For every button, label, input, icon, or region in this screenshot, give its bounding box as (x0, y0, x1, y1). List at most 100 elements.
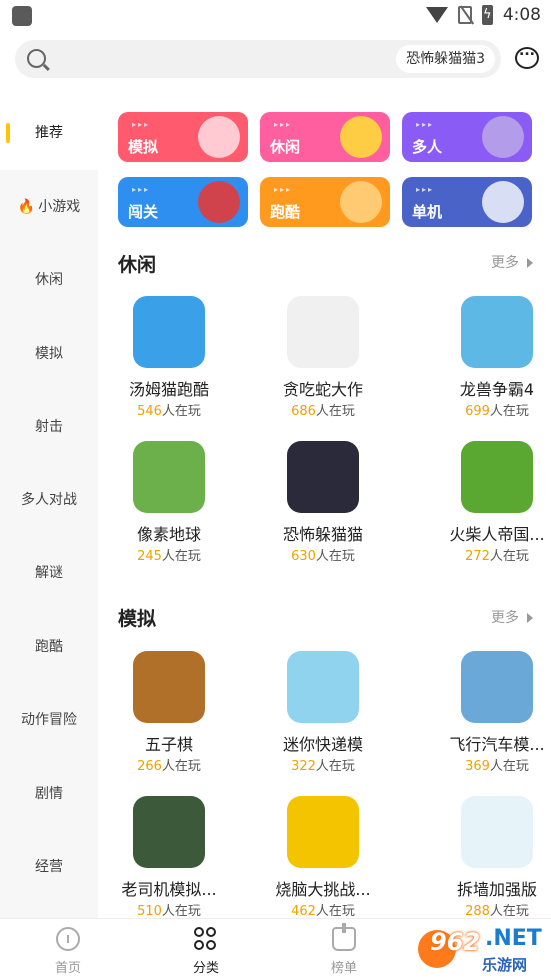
game-name: 贪吃蛇大作 (282, 380, 363, 399)
boxing-glove-icon (198, 181, 240, 223)
category-label: 多人 (412, 138, 443, 156)
game-name: 拆墙加强版 (456, 880, 537, 899)
sidebar-item-casual[interactable]: 休闲 (0, 262, 98, 298)
wifi-icon (425, 7, 448, 23)
search-bar[interactable]: 恐怖躲猫猫3 (15, 40, 501, 78)
chevron-right-icon (527, 613, 533, 623)
clock: 4:08 (502, 5, 541, 25)
game-icon[interactable] (133, 651, 205, 723)
status-bar: 4:08 (0, 0, 551, 32)
search-hint[interactable]: 恐怖躲猫猫3 (396, 45, 495, 73)
game-icon[interactable] (461, 296, 533, 368)
game-card[interactable]: 像素地球 245人在玩 (98, 441, 238, 581)
sidebar-item-action-adventure[interactable]: 动作冒险 (0, 702, 98, 738)
watermark-logo: 962 .NET 乐游网 (410, 918, 551, 979)
message-icon[interactable] (515, 43, 539, 69)
duck-icon (340, 116, 382, 158)
sidebar-item-label: 动作冒险 (21, 712, 77, 728)
player-count: 322人在玩 (291, 759, 355, 774)
game-name: 老司机模拟... (121, 880, 217, 899)
game-card[interactable]: 迷你快递模 322人在玩 (252, 651, 392, 791)
sidebar-item-mini-games[interactable]: 🔥 小游戏 (0, 189, 98, 225)
game-icon[interactable] (461, 651, 533, 723)
sidebar-item-label: 小游戏 (38, 199, 81, 215)
sidebar-item-label: 模拟 (35, 346, 63, 362)
gamepad-icon (482, 181, 524, 223)
sidebar-item-label: 多人对战 (21, 492, 77, 508)
sidebar-item-parkour[interactable]: 跑酷 (0, 629, 98, 665)
game-icon[interactable] (287, 441, 359, 513)
more-link-casual[interactable]: 更多 (491, 252, 533, 272)
ranking-icon (332, 923, 356, 951)
nav-home[interactable]: 首页 (28, 927, 108, 976)
game-card[interactable]: 老司机模拟... 510人在玩 (98, 796, 238, 936)
category-tile-levels[interactable]: ▸▸▸ 闯关 (118, 177, 248, 227)
active-indicator (6, 123, 10, 143)
category-label: 跑酷 (270, 203, 301, 221)
game-card[interactable]: 龙兽争霸4 699人在玩 (426, 296, 551, 436)
game-card[interactable]: 火柴人帝国... 272人在玩 (426, 441, 551, 581)
player-count: 245人在玩 (137, 549, 201, 564)
game-card[interactable]: 五子棋 266人在玩 (98, 651, 238, 791)
sidebar-item-shooting[interactable]: 射击 (0, 409, 98, 445)
app-notification-icon (12, 6, 32, 26)
sidebar-item-recommend[interactable]: 推荐 (0, 96, 98, 170)
sidebar-item-multiplayer[interactable]: 多人对战 (0, 482, 98, 518)
game-icon[interactable] (287, 296, 359, 368)
category-sidebar: 推荐 🔥 小游戏 休闲 模拟 射击 多人对战 解谜 跑酷 动作冒险 剧情 经营 (0, 96, 98, 918)
game-card[interactable]: 恐怖躲猫猫 630人在玩 (252, 441, 392, 581)
skater-icon (340, 181, 382, 223)
game-card[interactable]: 拆墙加强版 288人在玩 (426, 796, 551, 936)
more-link-simulation[interactable]: 更多 (491, 607, 533, 627)
player-count: 686人在玩 (291, 404, 355, 419)
category-label: 闯关 (128, 203, 159, 221)
category-icon (194, 927, 218, 951)
category-tile-casual[interactable]: ▸▸▸ 休闲 (260, 112, 390, 162)
category-tile-simulation[interactable]: ▸▸▸ 模拟 (118, 112, 248, 162)
game-name: 汤姆猫跑酷 (128, 380, 209, 399)
game-name: 迷你快递模 (282, 735, 363, 754)
sidebar-item-label: 解谜 (35, 565, 63, 581)
sidebar-item-puzzle[interactable]: 解谜 (0, 555, 98, 591)
nav-ranking[interactable]: 榜单 (304, 923, 384, 976)
game-icon[interactable] (287, 796, 359, 868)
category-tile-multiplayer[interactable]: ▸▸▸ 多人 (402, 112, 532, 162)
game-icon[interactable] (133, 796, 205, 868)
game-icon[interactable] (461, 441, 533, 513)
category-tile-single-player[interactable]: ▸▸▸ 单机 (402, 177, 532, 227)
player-count: 272人在玩 (465, 549, 529, 564)
game-name: 五子棋 (144, 735, 193, 754)
category-label: 单机 (412, 203, 443, 221)
player-count: 288人在玩 (465, 904, 529, 919)
category-tile-parkour[interactable]: ▸▸▸ 跑酷 (260, 177, 390, 227)
main-content: ▸▸▸ 模拟 ▸▸▸ 休闲 ▸▸▸ 多人 ▸▸▸ 闯关 ▸▸▸ 跑酷 ▸▸▸ 单… (98, 96, 551, 919)
game-card[interactable]: 烧脑大挑战... 462人在玩 (252, 796, 392, 936)
chevron-right-icon (527, 258, 533, 268)
game-name: 火柴人帝国... (449, 525, 545, 544)
game-card[interactable]: 飞行汽车模... 369人在玩 (426, 651, 551, 791)
sidebar-item-label: 射击 (35, 419, 63, 435)
game-card[interactable]: 汤姆猫跑酷 546人在玩 (98, 296, 238, 436)
nav-category[interactable]: 分类 (166, 927, 246, 976)
sidebar-item-label: 休闲 (35, 272, 63, 288)
game-icon[interactable] (287, 651, 359, 723)
helmet-icon (482, 116, 524, 158)
sidebar-item-simulation[interactable]: 模拟 (0, 336, 98, 372)
player-count: 510人在玩 (137, 904, 201, 919)
game-name: 像素地球 (136, 525, 201, 544)
game-name: 龙兽争霸4 (459, 380, 535, 399)
game-name: 烧脑大挑战... (275, 880, 371, 899)
player-count: 462人在玩 (291, 904, 355, 919)
game-icon[interactable] (133, 296, 205, 368)
section-title-simulation: 模拟 (118, 608, 157, 630)
game-card[interactable]: 贪吃蛇大作 686人在玩 (252, 296, 392, 436)
game-icon[interactable] (461, 796, 533, 868)
game-name: 恐怖躲猫猫 (282, 525, 363, 544)
sidebar-item-story[interactable]: 剧情 (0, 776, 98, 812)
game-icon[interactable] (133, 441, 205, 513)
category-label: 休闲 (270, 138, 301, 156)
sidebar-item-label: 跑酷 (35, 639, 63, 655)
battery-charging-icon (481, 5, 493, 25)
player-count: 699人在玩 (465, 404, 529, 419)
sidebar-item-management[interactable]: 经营 (0, 849, 98, 885)
